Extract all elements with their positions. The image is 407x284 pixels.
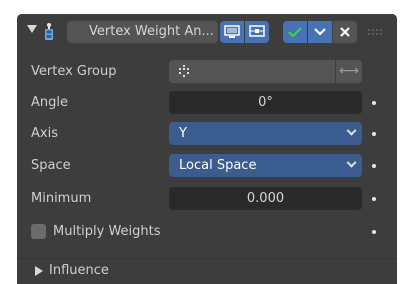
- axis-select[interactable]: Y: [169, 122, 362, 145]
- vertex-group-row: Vertex Group ⟷: [17, 60, 397, 84]
- angle-row: Angle 0°: [17, 91, 397, 115]
- chevron-down-icon: [346, 157, 357, 168]
- modifier-menu-button[interactable]: [308, 21, 332, 43]
- checkmark-icon: [288, 27, 302, 38]
- axis-label: Axis: [31, 126, 58, 141]
- chevron-down-icon: [346, 125, 357, 136]
- influence-subpanel-header[interactable]: Influence: [17, 258, 397, 284]
- disclosure-triangle-right-icon[interactable]: [35, 266, 43, 276]
- axis-value: Y: [179, 126, 187, 141]
- invert-vertex-group-button[interactable]: ⟷: [336, 60, 362, 83]
- influence-label[interactable]: Influence: [49, 259, 109, 283]
- vertex-group-label: Vertex Group: [31, 64, 117, 79]
- space-value: Local Space: [179, 158, 257, 173]
- visibility-toggles: [220, 21, 269, 43]
- vertex-weight-modifier-icon: [45, 23, 53, 40]
- space-select[interactable]: Local Space: [169, 154, 362, 177]
- space-row: Space Local Space: [17, 154, 397, 178]
- keyframe-dot-icon[interactable]: [372, 101, 376, 105]
- minimum-field[interactable]: 0.000: [169, 187, 362, 210]
- angle-label: Angle: [31, 95, 68, 110]
- keyframe-dot-icon[interactable]: [372, 230, 376, 234]
- monitor-icon: [249, 25, 265, 37]
- minimum-label: Minimum: [31, 191, 92, 206]
- edit-mode-icon: [224, 25, 240, 38]
- keyframe-dot-icon[interactable]: [372, 164, 376, 168]
- keyframe-dot-icon[interactable]: [372, 132, 376, 136]
- delete-modifier-button[interactable]: [333, 21, 357, 43]
- modifier-actions: [283, 21, 358, 43]
- disclosure-triangle-down-icon[interactable]: [27, 25, 37, 33]
- close-icon: [340, 27, 350, 37]
- keyframe-dot-icon[interactable]: [372, 197, 376, 201]
- modifier-name-field[interactable]: Vertex Weight An...: [67, 21, 218, 43]
- chevron-down-icon: [314, 28, 326, 36]
- axis-row: Axis Y: [17, 122, 397, 146]
- vertex-group-field[interactable]: [169, 60, 335, 83]
- angle-field[interactable]: 0°: [169, 91, 362, 114]
- space-label: Space: [31, 158, 71, 173]
- modifier-panel: Vertex Weight An... Vertex Group ⟷ Angle…: [17, 14, 397, 284]
- multiply-weights-checkbox[interactable]: [31, 224, 46, 239]
- drag-handle-icon[interactable]: [368, 29, 382, 35]
- apply-button[interactable]: [283, 21, 307, 43]
- show-in-edit-mode-toggle[interactable]: [220, 21, 244, 43]
- minimum-row: Minimum 0.000: [17, 187, 397, 211]
- arrows-horizontal-icon: ⟷: [338, 63, 360, 79]
- multiply-weights-label[interactable]: Multiply Weights: [53, 220, 161, 244]
- vertex-group-icon: [179, 65, 189, 77]
- multiply-weights-row: Multiply Weights: [17, 220, 397, 244]
- modifier-header: Vertex Weight An...: [17, 14, 397, 49]
- show-in-viewport-toggle[interactable]: [245, 21, 269, 43]
